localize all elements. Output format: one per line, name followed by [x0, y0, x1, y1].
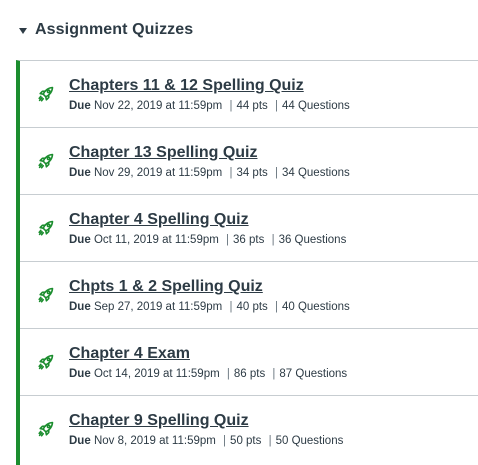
points: 40 pts — [236, 301, 268, 313]
assignment-group-header[interactable]: Assignment Quizzes — [0, 0, 478, 60]
separator: | — [274, 301, 278, 313]
quiz-list: Chapters 11 & 12 Spelling Quiz Due Nov 2… — [16, 60, 478, 465]
separator: | — [229, 167, 233, 179]
group-title[interactable]: Assignment Quizzes — [35, 21, 193, 39]
separator: | — [274, 167, 278, 179]
quiz-meta: Due Nov 22, 2019 at 11:59pm | 44 pts | 44 … — [69, 100, 350, 112]
due-date: Nov 22, 2019 at 11:59pm — [93, 100, 223, 112]
question-count: 36 Questions — [278, 234, 347, 246]
quiz-title-link[interactable]: Chapter 13 Spelling Quiz — [69, 144, 257, 162]
quiz-title-link[interactable]: Chpts 1 & 2 Spelling Quiz — [69, 278, 263, 296]
quiz-item: Chapter 13 Spelling Quiz Due Nov 29, 201… — [20, 128, 478, 195]
separator: | — [272, 368, 276, 380]
separator: | — [226, 368, 230, 380]
due-date: Oct 14, 2019 at 11:59pm — [93, 368, 220, 380]
separator: | — [274, 100, 278, 112]
quiz-meta: Due Oct 14, 2019 at 11:59pm | 86 pts | 87 … — [69, 368, 347, 380]
separator: | — [229, 301, 233, 313]
due-label: Due — [69, 368, 91, 380]
due-label: Due — [69, 167, 91, 179]
due-label: Due — [69, 234, 91, 246]
quiz-item: Chapter 4 Exam Due Oct 14, 2019 at 11:59… — [20, 329, 478, 396]
points: 86 pts — [233, 368, 266, 380]
separator: | — [268, 435, 272, 447]
rocket-icon — [37, 286, 55, 304]
due-date: Nov 29, 2019 at 11:59pm — [93, 167, 223, 179]
quiz-title-link[interactable]: Chapters 11 & 12 Spelling Quiz — [69, 77, 304, 95]
separator: | — [226, 234, 230, 246]
quiz-title-link[interactable]: Chapter 9 Spelling Quiz — [69, 412, 249, 430]
quiz-title-link[interactable]: Chapter 4 Exam — [69, 345, 190, 363]
rocket-icon — [37, 152, 55, 170]
due-date: Oct 11, 2019 at 11:59pm — [93, 234, 219, 246]
due-date: Sep 27, 2019 at 11:59pm — [93, 301, 223, 313]
quiz-meta: Due Nov 29, 2019 at 11:59pm | 34 pts | 34 … — [69, 167, 350, 179]
quiz-item: Chapter 4 Spelling Quiz Due Oct 11, 2019… — [20, 195, 478, 262]
due-label: Due — [69, 100, 91, 112]
due-label: Due — [69, 301, 91, 313]
due-date: Nov 8, 2019 at 11:59pm — [93, 435, 216, 447]
points: 36 pts — [233, 234, 265, 246]
separator: | — [223, 435, 227, 447]
separator: | — [229, 100, 233, 112]
caret-down-icon[interactable] — [19, 28, 27, 34]
quiz-title-link[interactable]: Chapter 4 Spelling Quiz — [69, 211, 249, 229]
points: 44 pts — [236, 100, 268, 112]
points: 50 pts — [230, 435, 262, 447]
quiz-item: Chapters 11 & 12 Spelling Quiz Due Nov 2… — [20, 61, 478, 128]
quiz-meta: Due Sep 27, 2019 at 11:59pm | 40 pts | 40 … — [69, 301, 350, 313]
question-count: 44 Questions — [281, 100, 350, 112]
quiz-meta: Due Nov 8, 2019 at 11:59pm | 50 pts | 50 Q… — [69, 435, 343, 447]
question-count: 40 Questions — [281, 301, 350, 313]
question-count: 87 Questions — [279, 368, 348, 380]
quiz-meta: Due Oct 11, 2019 at 11:59pm | 36 pts | 36 … — [69, 234, 346, 246]
due-label: Due — [69, 435, 91, 447]
points: 34 pts — [236, 167, 268, 179]
separator: | — [271, 234, 275, 246]
question-count: 34 Questions — [281, 167, 350, 179]
rocket-icon — [37, 420, 55, 438]
rocket-icon — [37, 85, 55, 103]
question-count: 50 Questions — [275, 435, 344, 447]
rocket-icon — [37, 219, 55, 237]
quiz-item: Chpts 1 & 2 Spelling Quiz Due Sep 27, 20… — [20, 262, 478, 329]
quiz-item: Chapter 9 Spelling Quiz Due Nov 8, 2019 … — [20, 396, 478, 463]
rocket-icon — [37, 353, 55, 371]
